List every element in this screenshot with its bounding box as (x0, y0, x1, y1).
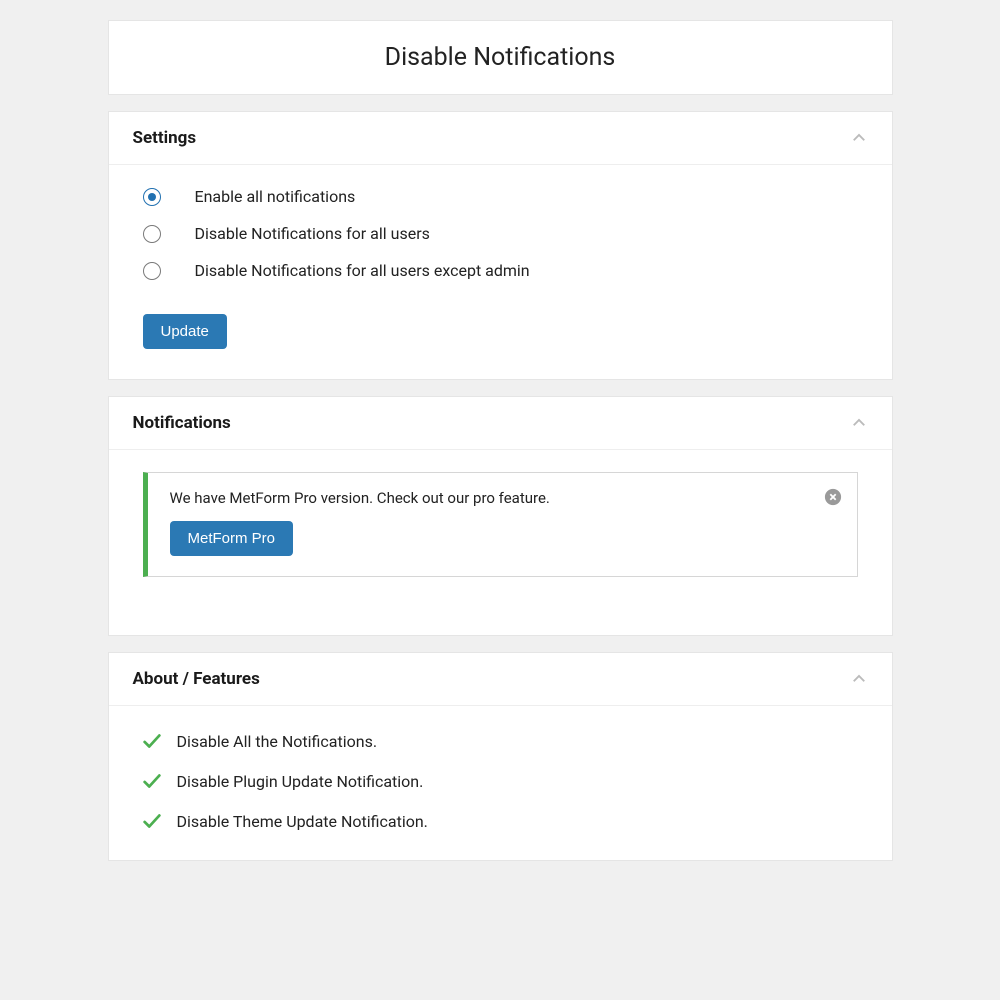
notice-box: We have MetForm Pro version. Check out o… (143, 472, 858, 577)
notifications-panel-header[interactable]: Notifications (109, 397, 892, 450)
notice-text: We have MetForm Pro version. Check out o… (170, 489, 835, 507)
settings-panel-title: Settings (133, 128, 197, 148)
check-icon (141, 770, 163, 792)
radio-option-enable-all[interactable]: Enable all notifications (143, 187, 858, 206)
feature-text: Disable Plugin Update Notification. (177, 772, 424, 791)
feature-text: Disable Theme Update Notification. (177, 812, 428, 831)
chevron-up-icon (850, 670, 868, 688)
update-button[interactable]: Update (143, 314, 227, 349)
chevron-up-icon (850, 129, 868, 147)
check-icon (141, 730, 163, 752)
close-icon[interactable] (823, 487, 843, 507)
settings-panel: Settings Enable all notifications Disabl… (108, 111, 893, 380)
feature-text: Disable All the Notifications. (177, 732, 378, 751)
about-panel: About / Features Disable All the Notific… (108, 652, 893, 861)
metform-pro-button[interactable]: MetForm Pro (170, 521, 294, 556)
radio-label: Enable all notifications (195, 187, 356, 206)
about-panel-body: Disable All the Notifications. Disable P… (109, 706, 892, 860)
settings-panel-body: Enable all notifications Disable Notific… (109, 165, 892, 379)
settings-panel-header[interactable]: Settings (109, 112, 892, 165)
page-title: Disable Notifications (109, 43, 892, 72)
feature-item: Disable Theme Update Notification. (141, 810, 860, 832)
feature-item: Disable All the Notifications. (141, 730, 860, 752)
feature-item: Disable Plugin Update Notification. (141, 770, 860, 792)
radio-input[interactable] (143, 188, 161, 206)
check-icon (141, 810, 163, 832)
radio-input[interactable] (143, 225, 161, 243)
notifications-panel: Notifications We have MetForm Pro versio… (108, 396, 893, 636)
chevron-up-icon (850, 414, 868, 432)
notifications-panel-title: Notifications (133, 413, 231, 433)
radio-label: Disable Notifications for all users exce… (195, 261, 530, 280)
about-panel-header[interactable]: About / Features (109, 653, 892, 706)
notifications-panel-body: We have MetForm Pro version. Check out o… (109, 450, 892, 635)
radio-label: Disable Notifications for all users (195, 224, 430, 243)
radio-option-disable-all[interactable]: Disable Notifications for all users (143, 224, 858, 243)
page-title-panel: Disable Notifications (108, 20, 893, 95)
about-panel-title: About / Features (133, 669, 260, 689)
radio-option-disable-except-admin[interactable]: Disable Notifications for all users exce… (143, 261, 858, 280)
radio-input[interactable] (143, 262, 161, 280)
